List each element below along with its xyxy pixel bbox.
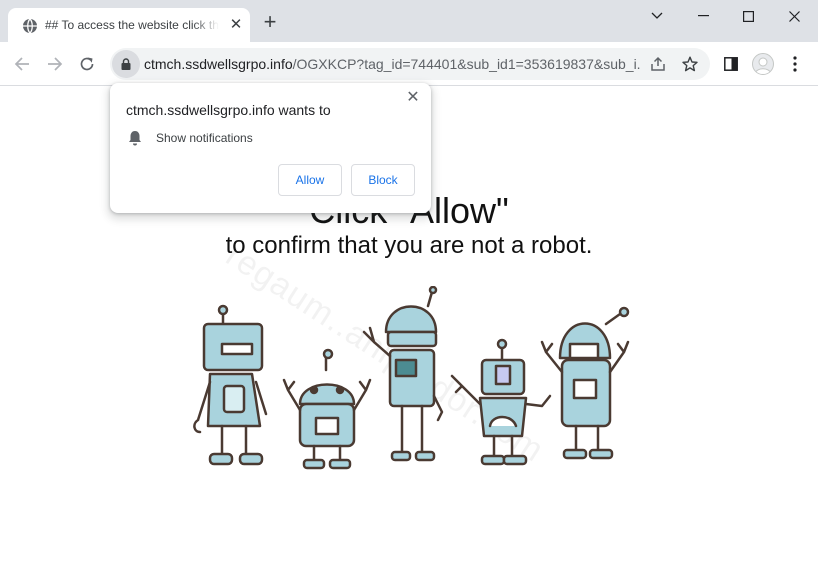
robot-2	[282, 348, 372, 470]
toolbar: ctmch.ssdwellsgrpo.info/OGXKCP?tag_id=74…	[0, 42, 818, 86]
tab-strip: ## To access the website click the "Allo…	[0, 0, 818, 42]
tab-title: ## To access the website click the "Allo…	[45, 18, 219, 32]
star-icon[interactable]	[680, 54, 700, 74]
permission-text: Show notifications	[156, 131, 253, 145]
side-panel-icon[interactable]	[720, 53, 742, 75]
active-tab[interactable]: ## To access the website click the "Allo…	[8, 8, 250, 42]
minimize-icon[interactable]	[680, 0, 726, 32]
notification-permission-prompt: ctmch.ssdwellsgrpo.info wants to ✕ Show …	[110, 83, 431, 213]
maximize-icon[interactable]	[725, 0, 771, 32]
robots-illustration	[193, 286, 630, 470]
plus-icon[interactable]: +	[260, 11, 280, 33]
share-icon[interactable]	[648, 54, 668, 74]
robot-5	[540, 306, 630, 460]
bell-icon	[129, 131, 141, 146]
back-arrow-icon[interactable]	[9, 51, 35, 77]
url-path: /OGXKCP?tag_id=744401&sub_id1=353619837&…	[292, 56, 640, 72]
prompt-title: ctmch.ssdwellsgrpo.info wants to	[126, 102, 331, 118]
url-text[interactable]: ctmch.ssdwellsgrpo.info/OGXKCP?tag_id=74…	[144, 56, 640, 72]
block-button[interactable]: Block	[351, 164, 415, 196]
chevron-down-icon[interactable]	[634, 0, 680, 32]
profile-icon[interactable]	[752, 53, 774, 75]
page-subheading: to confirm that you are not a robot.	[225, 232, 593, 259]
window-close-icon[interactable]	[771, 0, 817, 32]
globe-icon	[22, 18, 38, 34]
address-bar[interactable]: ctmch.ssdwellsgrpo.info/OGXKCP?tag_id=74…	[110, 48, 710, 80]
close-icon[interactable]: ✕	[404, 89, 422, 107]
close-icon[interactable]: ✕	[227, 16, 245, 34]
lock-icon[interactable]	[112, 50, 140, 78]
reload-icon[interactable]	[74, 51, 100, 77]
robot-1	[193, 304, 268, 466]
more-vert-icon[interactable]	[784, 53, 806, 75]
forward-arrow-icon[interactable]	[42, 51, 68, 77]
allow-button[interactable]: Allow	[278, 164, 342, 196]
url-host: ctmch.ssdwellsgrpo.info	[144, 56, 293, 72]
robot-4	[450, 338, 552, 466]
robot-3	[362, 286, 444, 462]
